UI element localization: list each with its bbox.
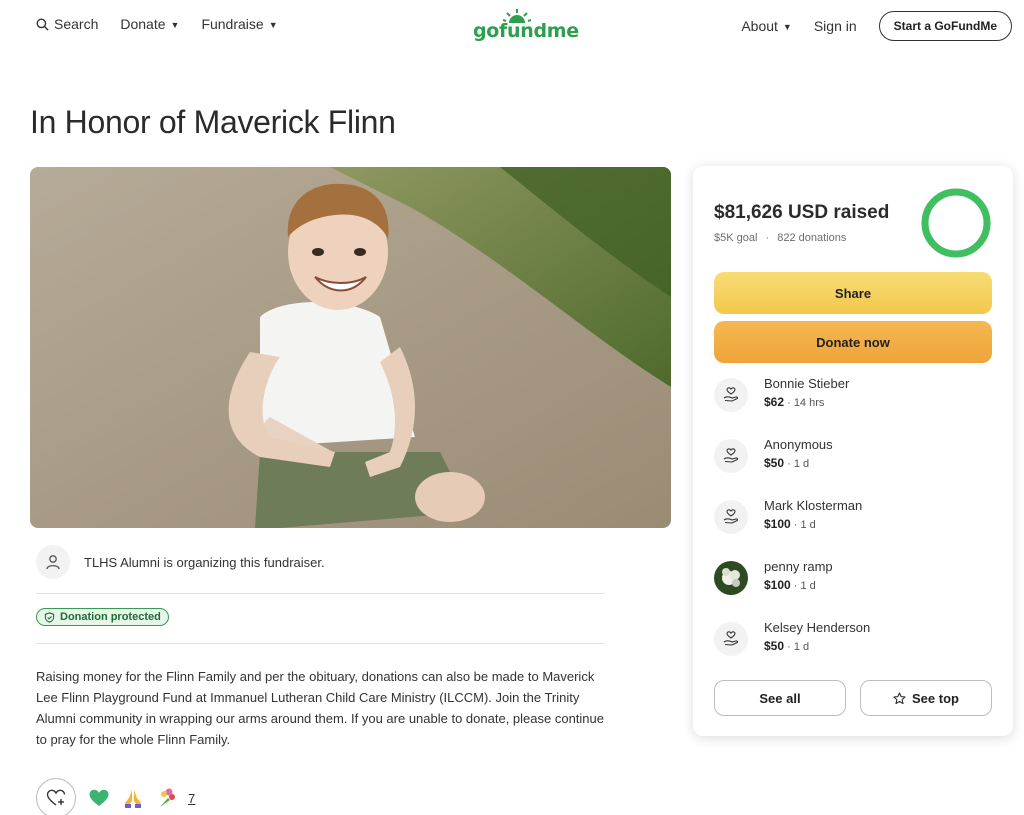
- donor-item: Mark Klosterman $100 · 1 d: [714, 498, 862, 534]
- donation-card: $81,626 USD raised $5K goal · 822 donati…: [693, 166, 1013, 736]
- see-all-label: See all: [759, 690, 801, 706]
- fundraise-menu-label: Fundraise: [201, 16, 264, 32]
- organizer-avatar: [36, 545, 70, 579]
- donor-item: Kelsey Henderson $50 · 1 d: [714, 620, 870, 656]
- search-icon: [36, 18, 49, 31]
- donor-name: Bonnie Stieber: [764, 376, 850, 391]
- hero-photo: [30, 167, 671, 528]
- goal-amount: $5K goal: [714, 232, 758, 244]
- praying-hands-icon[interactable]: [122, 787, 144, 809]
- donor-meta: $100 · 1 d: [764, 578, 833, 592]
- goal-separator: ·: [765, 232, 770, 244]
- start-gofundme-button[interactable]: Start a GoFundMe: [878, 11, 1012, 41]
- fundraiser-story: Raising money for the Flinn Family and p…: [36, 669, 604, 747]
- donor-separator: ·: [784, 458, 794, 470]
- donate-menu-label: Donate: [120, 16, 166, 32]
- user-icon: [46, 555, 60, 570]
- donate-menu[interactable]: Donate ▼: [120, 16, 179, 32]
- progress-ring: [921, 188, 991, 258]
- heart-plus-icon: [46, 789, 66, 806]
- top-navigation: Search Donate ▼ Fundraise ▼ gofundme Abo…: [0, 0, 1024, 50]
- donor-item: Bonnie Stieber $62 · 14 hrs: [714, 376, 849, 412]
- donate-now-button[interactable]: Donate now: [714, 321, 992, 363]
- donor-name: Kelsey Henderson: [764, 620, 871, 635]
- divider: [36, 643, 605, 644]
- donor-meta: $50 · 1 d: [764, 456, 833, 470]
- chevron-down-icon: ▼: [782, 22, 792, 32]
- bouquet-icon[interactable]: [156, 787, 178, 809]
- donor-meta: $62 · 14 hrs: [764, 395, 849, 409]
- donor-amount: $50: [764, 456, 785, 470]
- add-reaction-button[interactable]: [36, 778, 76, 815]
- donor-amount: $50: [764, 639, 785, 653]
- sign-in-link[interactable]: Sign in: [814, 18, 857, 34]
- donor-details: Bonnie Stieber $62 · 14 hrs: [764, 376, 849, 409]
- donor-details: penny ramp $100 · 1 d: [764, 559, 833, 592]
- donor-separator: ·: [784, 397, 794, 409]
- donor-time: 1 d: [800, 580, 816, 592]
- share-button[interactable]: Share: [714, 272, 992, 314]
- page-title: In Honor of Maverick Flinn: [30, 104, 396, 140]
- search-button[interactable]: Search: [36, 16, 98, 32]
- donor-details: Anonymous $50 · 1 d: [764, 437, 833, 470]
- about-menu[interactable]: About ▼: [741, 18, 792, 34]
- donation-count: 822 donations: [777, 232, 847, 244]
- donor-avatar: [714, 561, 748, 595]
- nav-right: About ▼ Sign in Start a GoFundMe: [741, 11, 1012, 41]
- donor-meta: $50 · 1 d: [764, 639, 870, 653]
- see-all-button[interactable]: See all: [714, 680, 846, 716]
- donor-name: penny ramp: [764, 559, 833, 574]
- donor-amount: $100: [764, 578, 791, 592]
- donation-hand-heart-icon: [714, 500, 748, 534]
- gofundme-logo[interactable]: gofundme: [473, 9, 579, 43]
- chevron-down-icon: ▼: [170, 20, 180, 30]
- goal-line: $5K goal · 822 donations: [714, 232, 846, 244]
- donor-amount: $62: [764, 395, 785, 409]
- nav-left: Search Donate ▼ Fundraise ▼: [36, 16, 278, 32]
- donor-details: Mark Klosterman $100 · 1 d: [764, 498, 862, 531]
- amount-raised: $81,626 USD raised: [714, 202, 890, 223]
- see-top-button[interactable]: See top: [860, 680, 992, 716]
- donor-separator: ·: [784, 641, 794, 653]
- hero-image: [30, 167, 671, 528]
- chevron-down-icon: ▼: [268, 20, 278, 30]
- logo-text: gofundme: [473, 20, 579, 42]
- donor-item: penny ramp $100 · 1 d: [714, 559, 833, 595]
- donor-time: 1 d: [800, 519, 816, 531]
- search-label: Search: [54, 16, 99, 32]
- fundraise-menu[interactable]: Fundraise ▼: [201, 16, 277, 32]
- donor-name: Anonymous: [764, 437, 833, 452]
- donor-details: Kelsey Henderson $50 · 1 d: [764, 620, 870, 653]
- donor-time: 14 hrs: [793, 397, 825, 409]
- badge-label: Donation protected: [60, 611, 161, 623]
- organizer-text: TLHS Alumni is organizing this fundraise…: [84, 554, 325, 570]
- green-heart-icon[interactable]: [88, 787, 110, 809]
- organizer-row: TLHS Alumni is organizing this fundraise…: [36, 545, 325, 579]
- sign-in-label: Sign in: [813, 18, 857, 34]
- see-top-label: See top: [912, 690, 959, 706]
- donation-hand-heart-icon: [714, 378, 748, 412]
- donor-meta: $100 · 1 d: [764, 517, 862, 531]
- reactions-row: 7: [36, 778, 195, 815]
- donor-time: 1 d: [793, 458, 810, 470]
- donor-name: Mark Klosterman: [764, 498, 863, 513]
- divider: [36, 593, 605, 594]
- star-icon: [893, 691, 906, 704]
- donation-hand-heart-icon: [714, 622, 748, 656]
- reaction-count[interactable]: 7: [188, 791, 195, 806]
- about-menu-label: About: [741, 18, 778, 34]
- donor-item: Anonymous $50 · 1 d: [714, 437, 833, 473]
- donor-amount: $100: [764, 517, 791, 531]
- donor-time: 1 d: [793, 641, 810, 653]
- donation-protected-badge[interactable]: Donation protected: [36, 608, 169, 626]
- shield-icon: [44, 611, 55, 623]
- donation-hand-heart-icon: [714, 439, 748, 473]
